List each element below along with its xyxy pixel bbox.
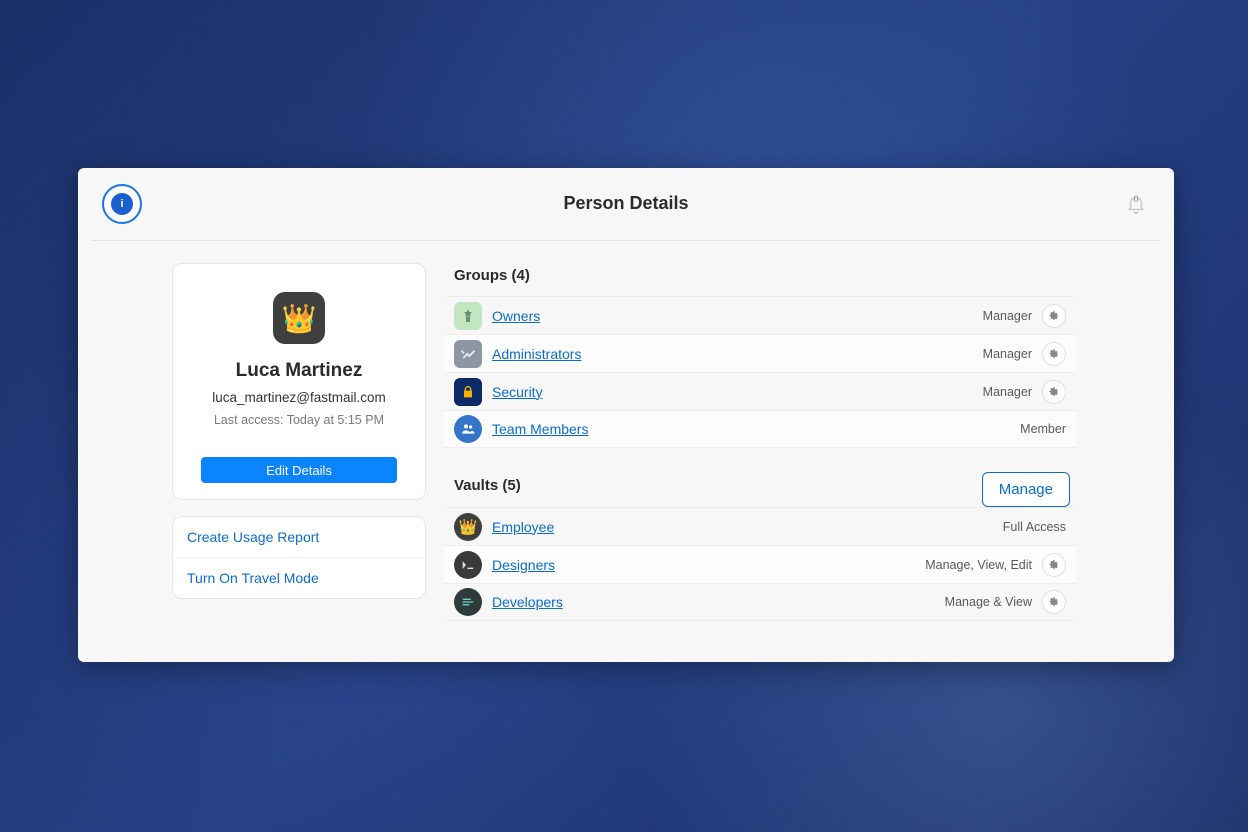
vault-role: Full Access <box>1003 520 1066 534</box>
person-email: luca_martinez@fastmail.com <box>212 390 386 405</box>
groups-list: Owners Manager Administrators Man <box>444 296 1076 448</box>
edit-details-button[interactable]: Edit Details <box>201 457 397 483</box>
vaults-section: Vaults (5) Manage 👑 Employee Full Access <box>444 472 1076 621</box>
owners-icon <box>454 302 482 330</box>
group-link-team-members[interactable]: Team Members <box>492 421 588 437</box>
left-column: 👑 Luca Martinez luca_martinez@fastmail.c… <box>94 263 426 662</box>
topbar: i Person Details 0 <box>78 168 1174 240</box>
code-icon <box>460 594 476 610</box>
vault-settings-developers[interactable] <box>1042 590 1066 614</box>
vaults-list: 👑 Employee Full Access Designers Manage,… <box>444 507 1076 621</box>
vault-row-designers: Designers Manage, View, Edit <box>444 545 1076 583</box>
gear-icon <box>1048 386 1060 398</box>
vault-row-employee: 👑 Employee Full Access <box>444 507 1076 545</box>
vault-settings-designers[interactable] <box>1042 553 1066 577</box>
developers-vault-icon <box>454 588 482 616</box>
person-last-access: Last access: Today at 5:15 PM <box>214 413 384 427</box>
team-members-icon <box>454 415 482 443</box>
crown-icon: 👑 <box>282 302 317 335</box>
terminal-icon <box>460 557 476 573</box>
group-row-team-members: Team Members Member <box>444 410 1076 448</box>
manage-vaults-button[interactable]: Manage <box>982 472 1070 507</box>
group-link-owners[interactable]: Owners <box>492 308 540 324</box>
vault-link-employee[interactable]: Employee <box>492 519 554 535</box>
group-row-administrators: Administrators Manager <box>444 334 1076 372</box>
groups-section: Groups (4) Owners Manager <box>444 263 1076 448</box>
group-role: Manager <box>983 347 1032 361</box>
vaults-heading: Vaults (5) <box>444 473 531 506</box>
group-link-administrators[interactable]: Administrators <box>492 346 581 362</box>
profile-card: 👑 Luca Martinez luca_martinez@fastmail.c… <box>172 263 426 500</box>
avatar: 👑 <box>273 292 325 344</box>
page-title: Person Details <box>78 193 1174 214</box>
group-role: Manager <box>983 309 1032 323</box>
app-logo-icon[interactable]: i <box>102 184 142 224</box>
gear-icon <box>1048 348 1060 360</box>
employee-vault-icon: 👑 <box>454 513 482 541</box>
gear-icon <box>1048 559 1060 571</box>
crown-icon: 👑 <box>459 518 478 536</box>
group-row-security: Security Manager <box>444 372 1076 410</box>
right-column: Groups (4) Owners Manager <box>444 263 1158 662</box>
group-settings-administrators[interactable] <box>1042 342 1066 366</box>
actions-card: Create Usage Report Turn On Travel Mode <box>172 516 426 599</box>
gear-icon <box>1048 310 1060 322</box>
group-role: Member <box>1020 422 1066 436</box>
groups-heading: Groups (4) <box>444 263 1076 296</box>
vault-link-developers[interactable]: Developers <box>492 594 563 610</box>
designers-vault-icon <box>454 551 482 579</box>
create-usage-report-button[interactable]: Create Usage Report <box>173 517 425 557</box>
group-link-security[interactable]: Security <box>492 384 543 400</box>
administrators-icon <box>454 340 482 368</box>
person-name: Luca Martinez <box>236 360 363 382</box>
vault-role: Manage, View, Edit <box>925 558 1032 572</box>
notification-count: 0 <box>1122 194 1150 204</box>
group-settings-security[interactable] <box>1042 380 1066 404</box>
lock-icon <box>460 384 476 400</box>
vault-row-developers: Developers Manage & View <box>444 583 1076 621</box>
security-icon <box>454 378 482 406</box>
group-role: Manager <box>983 385 1032 399</box>
group-settings-owners[interactable] <box>1042 304 1066 328</box>
turn-on-travel-mode-button[interactable]: Turn On Travel Mode <box>173 557 425 598</box>
group-row-owners: Owners Manager <box>444 296 1076 334</box>
vault-link-designers[interactable]: Designers <box>492 557 555 573</box>
app-panel: i Person Details 0 👑 Luca Martinez luca_… <box>78 168 1174 662</box>
content-area: 👑 Luca Martinez luca_martinez@fastmail.c… <box>78 241 1174 662</box>
notifications-button[interactable]: 0 <box>1122 190 1150 218</box>
gear-icon <box>1048 596 1060 608</box>
vault-role: Manage & View <box>945 595 1032 609</box>
